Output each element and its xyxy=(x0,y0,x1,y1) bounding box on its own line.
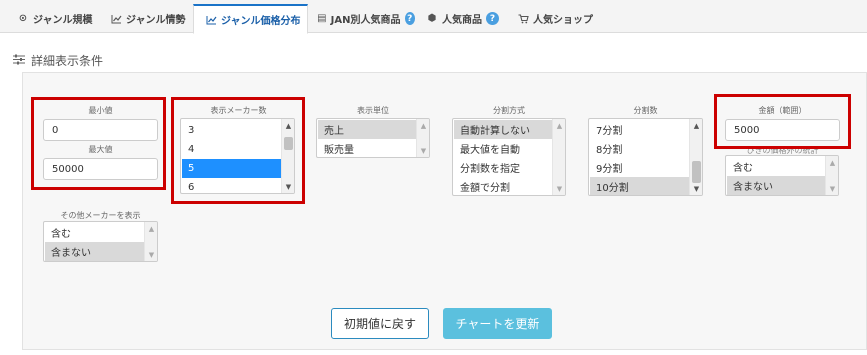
list-option-selected[interactable]: 含まない xyxy=(45,242,145,261)
tab-label: JAN別人気商品 xyxy=(330,15,401,26)
scroll-down-icon[interactable]: ▼ xyxy=(553,183,565,194)
target-icon: ⊙ xyxy=(18,13,28,24)
highlight-box-amount xyxy=(714,94,851,149)
sliders-icon xyxy=(13,54,25,68)
scrollbar[interactable]: ▲ ▼ xyxy=(552,119,565,195)
list-option[interactable]: 最大値を自動 xyxy=(454,139,553,158)
scrollbar[interactable]: ▲ ▼ xyxy=(689,119,702,195)
out-of-range-stats-listbox[interactable]: 含む 含まない ▲ ▼ xyxy=(725,155,839,196)
scrollbar[interactable]: ▲ ▼ xyxy=(416,119,429,157)
tab-genre-trend[interactable]: ジャンル情勢 xyxy=(93,4,193,33)
tab-label: ジャンル規模 xyxy=(33,15,93,26)
tab-popular-products[interactable]: ⬢ 人気商品 ? xyxy=(409,4,504,33)
split-method-label: 分割方式 xyxy=(493,106,525,115)
unit-label: 表示単位 xyxy=(357,106,389,115)
highlight-box-min-max xyxy=(31,97,166,190)
tab-genre-price-distribution[interactable]: ジャンル価格分布 xyxy=(193,4,308,34)
list-option[interactable]: 含む xyxy=(45,223,145,242)
list-option-selected[interactable]: 売上 xyxy=(318,120,417,139)
tab-bar: ⊙ ジャンル規模 ジャンル情勢 ジャンル価格分布 ▤ JAN別人気商品 ? ⬢ … xyxy=(0,0,867,34)
other-maker-label: その他メーカーを表示 xyxy=(60,211,141,220)
scroll-thumb[interactable] xyxy=(692,161,701,183)
scrollbar[interactable]: ▲ ▼ xyxy=(144,222,157,261)
unit-listbox[interactable]: 売上 販売量 ▲ ▼ xyxy=(316,118,430,158)
list-option[interactable]: 分割数を指定 xyxy=(454,158,553,177)
help-icon[interactable]: ? xyxy=(486,12,499,25)
scrollbar[interactable]: ▲ ▼ xyxy=(825,156,838,195)
list-option-selected[interactable]: 自動計算しない xyxy=(454,120,553,139)
list-option[interactable]: 7分割 xyxy=(590,120,690,139)
list-option[interactable]: 8分割 xyxy=(590,139,690,158)
tab-genre-scale[interactable]: ⊙ ジャンル規模 xyxy=(0,4,98,33)
other-maker-listbox[interactable]: 含む 含まない ▲ ▼ xyxy=(43,221,158,262)
tab-label: ジャンル情勢 xyxy=(126,15,186,26)
tab-label: ジャンル価格分布 xyxy=(221,16,301,27)
line-chart-icon xyxy=(110,13,122,25)
area-chart-icon xyxy=(205,14,217,26)
list-option[interactable]: 9分割 xyxy=(590,158,690,177)
cube-icon: ⬢ xyxy=(427,13,437,24)
list-option[interactable]: 金額で分割 xyxy=(454,177,553,195)
tab-jan-popular-products[interactable]: ▤ JAN別人気商品 ? xyxy=(300,4,415,33)
split-count-listbox[interactable]: 7分割 8分割 9分割 10分割 ▲ ▼ xyxy=(588,118,703,196)
scroll-up-icon[interactable]: ▲ xyxy=(690,120,702,131)
list-option[interactable]: 含む xyxy=(727,157,826,176)
tab-popular-shops[interactable]: 人気ショップ xyxy=(500,4,600,33)
scroll-down-icon[interactable]: ▼ xyxy=(690,183,702,194)
scroll-down-icon[interactable]: ▼ xyxy=(145,249,157,260)
scroll-up-icon[interactable]: ▲ xyxy=(145,223,157,234)
list-option-selected[interactable]: 10分割 xyxy=(590,177,690,195)
cart-icon xyxy=(517,13,529,25)
split-method-listbox[interactable]: 自動計算しない 最大値を自動 分割数を指定 金額で分割 ▲ ▼ xyxy=(452,118,566,196)
scroll-down-icon[interactable]: ▼ xyxy=(826,183,838,194)
scroll-up-icon[interactable]: ▲ xyxy=(553,120,565,131)
list-option[interactable]: 販売量 xyxy=(318,139,417,157)
scroll-up-icon[interactable]: ▲ xyxy=(417,120,429,131)
split-count-label: 分割数 xyxy=(633,106,658,115)
update-chart-button[interactable]: チャートを更新 xyxy=(443,308,552,339)
scroll-down-icon[interactable]: ▼ xyxy=(417,145,429,156)
tab-label: 人気ショップ xyxy=(533,15,593,26)
section-title: 詳細表示条件 xyxy=(13,52,103,69)
highlight-box-maker-count xyxy=(171,97,305,204)
section-title-text: 詳細表示条件 xyxy=(31,54,104,68)
tab-label: 人気商品 xyxy=(442,15,482,26)
list-option-selected[interactable]: 含まない xyxy=(727,176,826,195)
scroll-up-icon[interactable]: ▲ xyxy=(826,157,838,168)
reset-button[interactable]: 初期値に戻す xyxy=(331,308,429,339)
printer-icon: ▤ xyxy=(317,13,327,24)
